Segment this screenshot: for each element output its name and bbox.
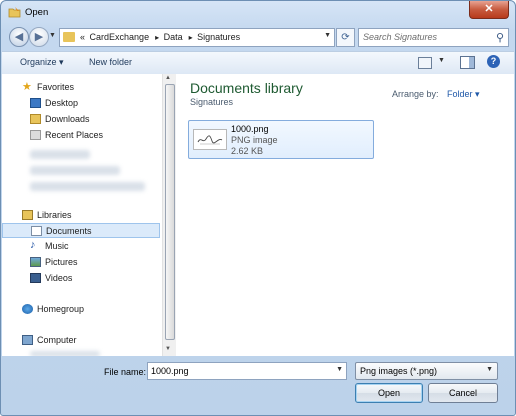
nav-label: Recent Places bbox=[45, 130, 104, 140]
breadcrumb-separator-icon[interactable]: ▸ bbox=[189, 33, 193, 42]
search-icon[interactable]: ⚲ bbox=[496, 31, 504, 44]
blurred-item bbox=[30, 182, 145, 191]
recent-places-icon bbox=[30, 130, 41, 140]
scroll-up-icon[interactable]: ▲ bbox=[165, 75, 171, 81]
nav-item-downloads[interactable]: Downloads bbox=[2, 112, 160, 127]
nav-label: Documents bbox=[46, 226, 92, 236]
change-view-icon[interactable] bbox=[418, 57, 432, 69]
computer-icon bbox=[22, 335, 33, 345]
search-box[interactable]: ⚲ bbox=[358, 28, 509, 47]
folder-icon bbox=[63, 32, 75, 42]
back-arrow-icon: ◀ bbox=[14, 31, 24, 43]
file-type-select[interactable]: Png images (*.png) ▼ bbox=[355, 362, 498, 380]
nav-item-music[interactable]: ♪ Music bbox=[2, 239, 160, 254]
command-bar: Organize ▾ New folder ▼ ? bbox=[2, 51, 514, 75]
arrange-by-label: Arrange by: bbox=[392, 89, 439, 99]
nav-label: Desktop bbox=[45, 98, 79, 108]
libraries-icon bbox=[22, 210, 33, 220]
nav-item-recent-places[interactable]: Recent Places bbox=[2, 128, 160, 143]
blurred-item bbox=[30, 166, 120, 175]
breadcrumb-item[interactable]: CardExchange bbox=[90, 32, 150, 42]
window-title: Open bbox=[25, 7, 49, 18]
file-size: 2.62 KB bbox=[231, 146, 264, 156]
open-dialog: Open ✕ ◀ ▶ ▼ « CardExchange ▸ Data ▸ Signa… bbox=[0, 0, 516, 416]
library-subtitle: Signatures bbox=[190, 97, 234, 107]
navigation-scrollbar[interactable]: ▲ ▼ bbox=[162, 74, 176, 356]
forward-arrow-icon: ▶ bbox=[34, 31, 44, 43]
back-button[interactable]: ◀ bbox=[9, 27, 29, 47]
file-name-dropdown-icon[interactable]: ▼ bbox=[336, 366, 343, 373]
nav-label: Pictures bbox=[45, 257, 78, 267]
file-name: 1000.png bbox=[231, 124, 269, 134]
nav-computer[interactable]: Computer bbox=[2, 333, 160, 348]
nav-label: Homegroup bbox=[37, 304, 85, 314]
nav-item-documents[interactable]: Documents bbox=[2, 223, 160, 238]
nav-item-pictures[interactable]: Pictures bbox=[2, 255, 160, 270]
file-type-value: Png images (*.png) bbox=[360, 366, 438, 376]
music-icon: ♪ bbox=[30, 239, 36, 251]
scroll-down-icon[interactable]: ▼ bbox=[165, 346, 171, 352]
nav-homegroup[interactable]: Homegroup bbox=[2, 302, 160, 317]
title-bar: Open ✕ bbox=[1, 1, 515, 25]
nav-label: Videos bbox=[45, 273, 73, 283]
nav-favorites[interactable]: ★ Favorites bbox=[2, 80, 160, 95]
homegroup-icon bbox=[22, 304, 33, 314]
nav-libraries[interactable]: Libraries bbox=[2, 208, 160, 223]
desktop-icon bbox=[30, 98, 41, 108]
file-list-pane: Documents library Signatures Arrange by:… bbox=[176, 74, 514, 356]
breadcrumb-item[interactable]: Data bbox=[164, 32, 183, 42]
file-name-combobox[interactable]: ▼ bbox=[147, 362, 347, 380]
videos-icon bbox=[30, 273, 41, 283]
nav-label: Computer bbox=[37, 335, 77, 345]
nav-label: Favorites bbox=[37, 82, 75, 92]
breadcrumb-item[interactable]: Signatures bbox=[197, 32, 240, 42]
nav-item-videos[interactable]: Videos bbox=[2, 271, 160, 286]
close-button[interactable]: ✕ bbox=[469, 1, 509, 19]
nav-item-desktop[interactable]: Desktop bbox=[2, 96, 160, 111]
address-bar[interactable]: « CardExchange ▸ Data ▸ Signatures ▼ bbox=[59, 28, 335, 47]
navigation-pane: ★ Favorites Desktop Downloads Recent Pla… bbox=[2, 74, 162, 356]
file-type-dropdown-icon[interactable]: ▼ bbox=[486, 366, 493, 373]
star-icon: ★ bbox=[22, 81, 32, 93]
view-options-dropdown-icon[interactable]: ▼ bbox=[438, 57, 445, 64]
new-folder-button[interactable]: New folder bbox=[89, 57, 132, 67]
signature-thumbnail-icon bbox=[193, 129, 227, 150]
file-tile[interactable]: 1000.png PNG image 2.62 KB bbox=[188, 120, 374, 159]
organize-button[interactable]: Organize ▾ bbox=[20, 57, 64, 68]
preview-pane-icon[interactable] bbox=[460, 56, 475, 69]
app-icon bbox=[8, 7, 21, 18]
file-name-input[interactable] bbox=[151, 365, 329, 376]
nav-label: Libraries bbox=[37, 210, 72, 220]
arrange-by-dropdown[interactable]: Folder ▾ bbox=[447, 89, 480, 100]
file-name-label: File name: bbox=[104, 367, 147, 377]
file-type: PNG image bbox=[231, 135, 278, 145]
cancel-button[interactable]: Cancel bbox=[428, 383, 498, 403]
downloads-folder-icon bbox=[30, 114, 41, 124]
breadcrumb: « CardExchange ▸ Data ▸ Signatures bbox=[80, 32, 242, 42]
documents-icon bbox=[31, 226, 42, 236]
search-input[interactable] bbox=[363, 31, 487, 43]
open-button[interactable]: Open bbox=[355, 383, 423, 403]
refresh-button[interactable]: ⟳ bbox=[336, 28, 355, 47]
nav-label: Downloads bbox=[45, 114, 90, 124]
forward-button[interactable]: ▶ bbox=[29, 27, 49, 47]
scrollbar-thumb[interactable] bbox=[165, 84, 175, 340]
address-dropdown-icon[interactable]: ▼ bbox=[324, 32, 331, 39]
help-icon[interactable]: ? bbox=[487, 55, 500, 68]
blurred-item bbox=[30, 351, 100, 356]
blurred-item bbox=[30, 150, 90, 159]
pictures-icon bbox=[30, 257, 41, 267]
breadcrumb-separator-icon[interactable]: ▸ bbox=[155, 33, 159, 42]
nav-label: Music bbox=[45, 241, 69, 251]
refresh-icon: ⟳ bbox=[341, 32, 350, 43]
recent-locations-dropdown[interactable]: ▼ bbox=[49, 32, 56, 39]
breadcrumb-overflow[interactable]: « bbox=[80, 32, 85, 42]
library-title: Documents library bbox=[190, 80, 303, 96]
